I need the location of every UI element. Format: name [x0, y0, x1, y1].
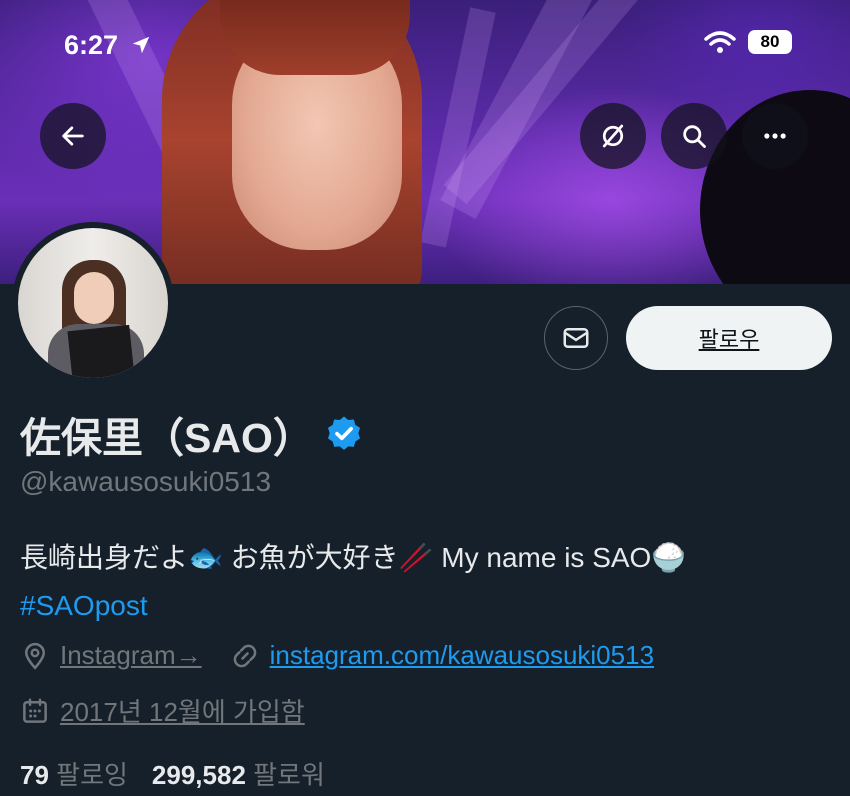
- following-stat[interactable]: 79 팔로잉: [20, 755, 128, 792]
- wifi-icon: [704, 31, 736, 53]
- follow-button[interactable]: 팔로우: [626, 306, 832, 370]
- bio-hashtag-link[interactable]: #SAOpost: [20, 582, 840, 630]
- handle: @kawausosuki0513: [20, 466, 272, 497]
- link-icon: [233, 644, 256, 667]
- back-button[interactable]: [40, 103, 106, 169]
- location-pin-icon: [24, 642, 46, 670]
- search-button[interactable]: [661, 103, 727, 169]
- mail-icon: [563, 328, 589, 348]
- more-button[interactable]: [742, 103, 808, 169]
- verified-badge-icon[interactable]: [324, 414, 364, 454]
- website-link[interactable]: instagram.com/kawausosuki0513: [270, 640, 654, 671]
- bio-text: 長崎出身だよ🐟 お魚が大好き🥢 My name is SAO🍚: [20, 542, 687, 573]
- followers-stat[interactable]: 299,582 팔로워: [152, 755, 325, 792]
- avatar[interactable]: [12, 222, 174, 384]
- avatar-image: [18, 228, 168, 378]
- search-icon: [683, 125, 706, 148]
- calendar-icon: [23, 698, 47, 723]
- followers-label: 팔로워: [253, 760, 325, 790]
- location-text[interactable]: Instagram→: [60, 640, 202, 671]
- status-time-text: 6:27: [64, 30, 119, 60]
- joined-date: 2017년 12월에 가입함: [60, 697, 305, 727]
- status-time: 6:27: [64, 30, 152, 61]
- more-icon: [764, 133, 786, 139]
- battery-indicator: 80: [748, 30, 792, 54]
- bio: 長崎出身だよ🐟 お魚が大好き🥢 My name is SAO🍚 #SAOpost: [20, 534, 840, 630]
- navigation-arrow-icon: [132, 36, 149, 54]
- grok-icon: [602, 124, 624, 148]
- battery-level: 80: [760, 32, 780, 51]
- following-count: 79: [20, 760, 49, 790]
- followers-count: 299,582: [151, 760, 246, 790]
- following-label: 팔로잉: [56, 760, 128, 790]
- display-name: 佐保里（SAO）: [20, 415, 314, 461]
- message-button[interactable]: [544, 306, 608, 370]
- profile-meta-links: Instagram→ instagram.com/kawausosuki0513: [20, 640, 654, 671]
- name-row: 佐保里（SAO）: [20, 404, 364, 464]
- grok-button[interactable]: [580, 103, 646, 169]
- status-right: 80: [704, 30, 792, 54]
- follow-stats: 79 팔로잉 299,582 팔로워: [20, 755, 325, 792]
- joined-row: 2017년 12월에 가입함: [20, 692, 305, 729]
- back-arrow-icon: [62, 126, 84, 146]
